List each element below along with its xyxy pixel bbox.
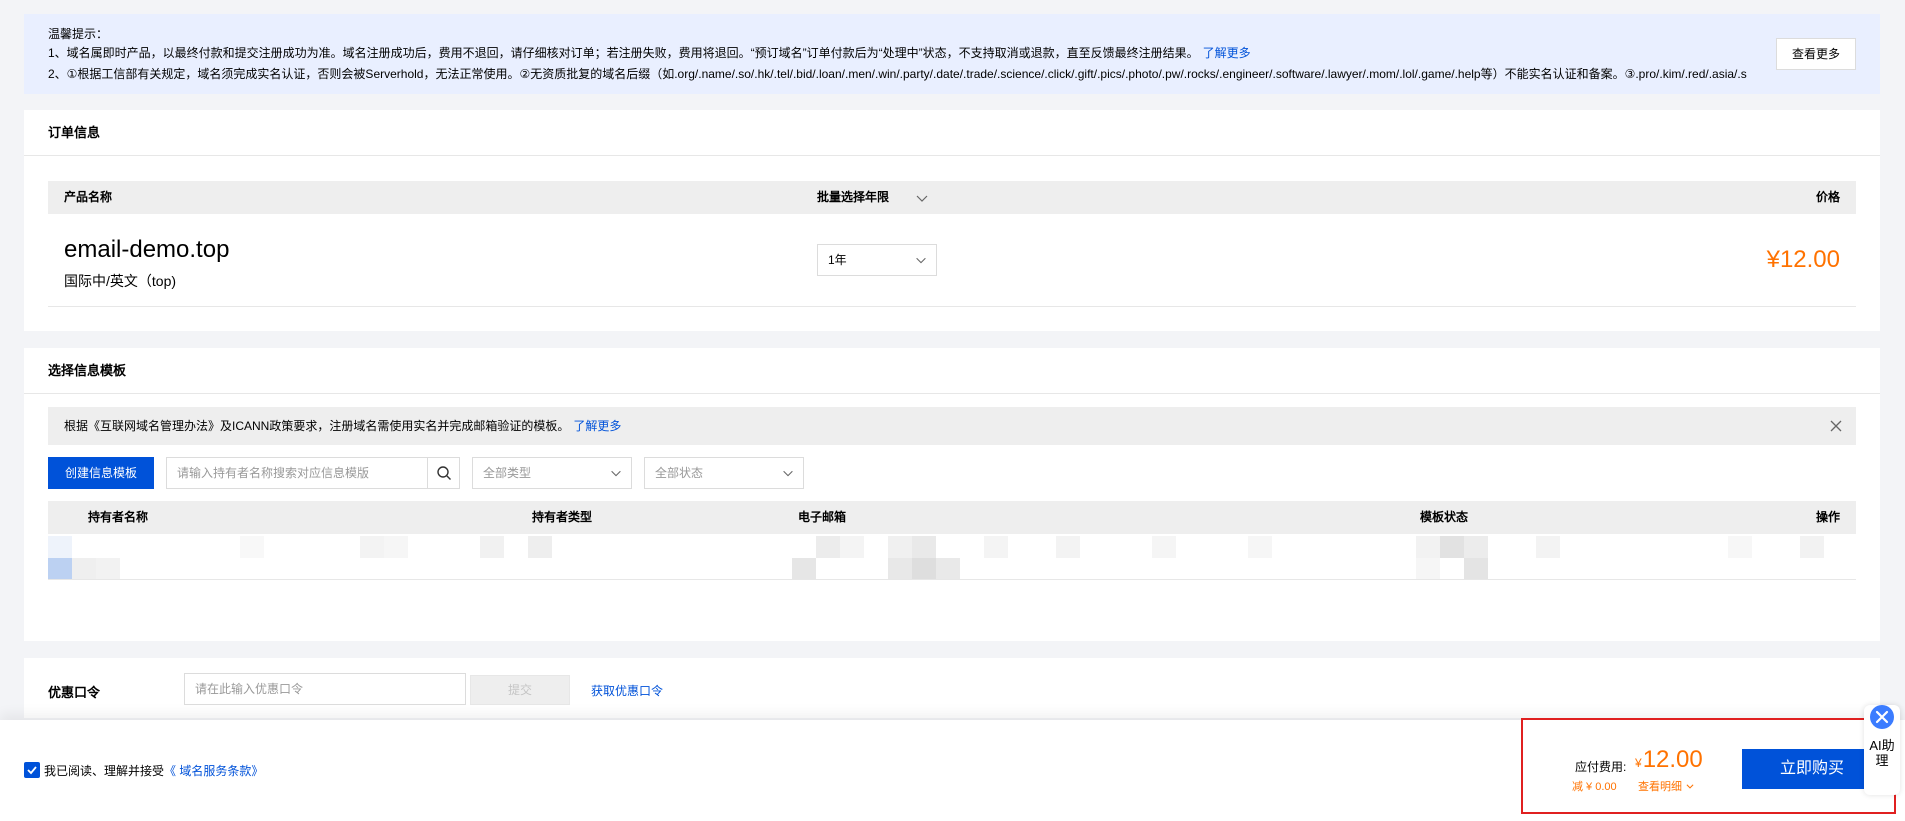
checkout-footer: 我已阅读、理解并接受《 域名服务条款》 应付费用: ¥12.00 减 ¥ 0.0…: [0, 718, 1905, 821]
holder-search-input[interactable]: [167, 458, 427, 488]
notice-learn-more-link[interactable]: 了解更多: [1203, 46, 1251, 60]
chevron-down-icon: [1686, 784, 1694, 789]
type-filter-select[interactable]: 全部类型: [472, 457, 632, 489]
fee-value: 12.00: [1642, 746, 1703, 773]
view-more-button[interactable]: 查看更多: [1776, 38, 1856, 70]
view-detail-link[interactable]: 查看明细: [1638, 778, 1695, 794]
terms-link[interactable]: 《 域名服务条款》: [164, 764, 263, 778]
chevron-down-icon: [783, 470, 793, 477]
create-template-button[interactable]: 创建信息模板: [48, 457, 154, 489]
col-action: 操作: [1815, 510, 1840, 524]
col-batch-years[interactable]: 批量选择年限: [817, 181, 889, 214]
notice-line-1: 1、域名属即时产品，以最终付款和提交注册成功为准。域名注册成功后，费用不退回，请…: [48, 43, 1768, 64]
domain-name: email-demo.top: [64, 236, 230, 263]
order-info-title: 订单信息: [24, 110, 1880, 156]
agree-checkbox[interactable]: [24, 762, 40, 779]
close-icon[interactable]: [1828, 418, 1844, 434]
col-product-name: 产品名称: [64, 190, 113, 204]
template-table-header: 持有者名称 持有者类型 电子邮箱 模板状态 操作: [48, 501, 1856, 534]
order-info-card: 订单信息 产品名称 批量选择年限 价格 email-demo.top 国际中/英…: [24, 110, 1880, 331]
template-tip: 根据《互联网域名管理办法》及ICANN政策要求，注册域名需使用实名并完成邮箱验证…: [48, 407, 1856, 445]
payment-summary: 应付费用: ¥12.00 减 ¥ 0.00 查看明细 立即购买: [1521, 718, 1896, 814]
chevron-down-icon: [916, 257, 926, 264]
get-coupon-link[interactable]: 获取优惠口令: [591, 682, 663, 699]
domain-type: 国际中/英文（top): [64, 273, 177, 289]
col-email: 电子邮箱: [798, 510, 847, 524]
terms-agreement[interactable]: 我已阅读、理解并接受《 域名服务条款》: [24, 762, 263, 779]
fee-amount: ¥12.00: [1635, 746, 1703, 774]
type-filter-value: 全部类型: [483, 466, 532, 480]
notice-line-1-text: 1、域名属即时产品，以最终付款和提交注册成功为准。域名注册成功后，费用不退回，请…: [48, 46, 1199, 60]
search-button[interactable]: [427, 458, 459, 488]
fee-label: 应付费用:: [1575, 760, 1627, 774]
template-tip-text: 根据《互联网域名管理办法》及ICANN政策要求，注册域名需使用实名并完成邮箱验证…: [64, 419, 570, 433]
view-detail-label: 查看明细: [1638, 781, 1682, 793]
years-select-value: 1年: [828, 253, 847, 267]
col-template-status: 模板状态: [1420, 510, 1469, 524]
coupon-section: 优惠口令 提交 获取优惠口令: [24, 658, 1880, 718]
fee-currency: ¥: [1635, 756, 1642, 770]
info-template-title: 选择信息模板: [24, 348, 1880, 394]
agree-text: 我已阅读、理解并接受: [44, 764, 165, 778]
checkmark-icon: [27, 766, 37, 775]
notice-line-2: 2、①根据工信部有关规定，域名须完成实名认证，否则会被Serverhold，无法…: [48, 67, 1747, 81]
notice-title: 温馨提示：: [48, 27, 109, 41]
ai-assistant-widget[interactable]: AI助理: [1864, 705, 1900, 795]
col-holder-name: 持有者名称: [88, 510, 149, 524]
col-price: 价格: [1815, 190, 1840, 204]
template-learn-more-link[interactable]: 了解更多: [573, 419, 621, 433]
order-price: ¥12.00: [1766, 246, 1840, 273]
col-holder-type: 持有者类型: [532, 510, 593, 524]
status-filter-select[interactable]: 全部状态: [644, 457, 804, 489]
info-template-card: 选择信息模板 根据《互联网域名管理办法》及ICANN政策要求，注册域名需使用实名…: [24, 348, 1880, 641]
chevron-down-icon: [611, 470, 621, 477]
coupon-submit-button[interactable]: 提交: [470, 675, 570, 705]
ai-assistant-icon: [1870, 705, 1894, 729]
coupon-input[interactable]: [184, 673, 466, 705]
buy-now-button[interactable]: 立即购买: [1742, 749, 1882, 789]
order-row: email-demo.top 国际中/英文（top) 1年 ¥12.00: [48, 214, 1856, 307]
search-icon: [437, 466, 451, 480]
status-filter-value: 全部状态: [655, 466, 704, 480]
order-table-header: 产品名称 批量选择年限 价格: [48, 181, 1856, 214]
discount-amount: 减 ¥ 0.00: [1572, 781, 1617, 793]
years-select[interactable]: 1年: [817, 244, 937, 276]
template-table-rows-pixelated: [48, 534, 1856, 580]
chevron-down-icon[interactable]: [914, 190, 930, 206]
template-toolbar: 创建信息模板 全部类型 全部状态: [48, 457, 1048, 489]
holder-search: [166, 457, 460, 489]
coupon-label: 优惠口令: [48, 685, 101, 700]
ai-assistant-label: AI助理: [1869, 738, 1895, 768]
notice-banner: 温馨提示： 1、域名属即时产品，以最终付款和提交注册成功为准。域名注册成功后，费…: [24, 14, 1880, 94]
